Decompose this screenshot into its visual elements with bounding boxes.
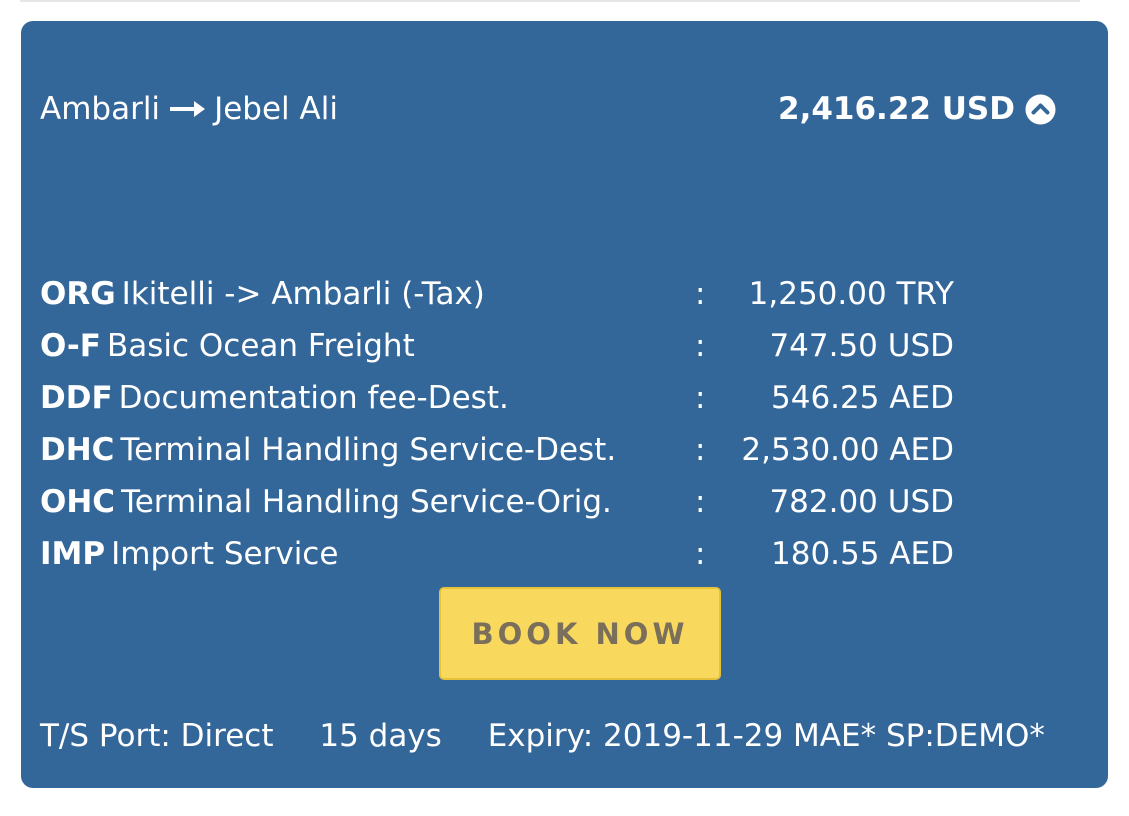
expiry-info: Expiry: 2019-11-29 MAE* SP:DEMO* <box>487 718 1045 754</box>
charge-row: ORG Ikitelli -> Ambarli (-Tax) : 1,250.00… <box>40 268 960 320</box>
charge-code: ORG <box>40 276 116 312</box>
charge-row: OHC Terminal Handling Service-Orig. : 782… <box>40 476 960 528</box>
total-price: 2,416.22 USD <box>778 89 1056 129</box>
book-now-button[interactable]: BOOK NOW <box>439 587 721 680</box>
charge-row: DDF Documentation fee-Dest. : 546.25 AED <box>40 372 960 424</box>
charge-separator: : <box>695 380 706 416</box>
ts-port-info: T/S Port: Direct <box>40 718 274 754</box>
charge-separator: : <box>695 276 706 312</box>
transit-time: 15 days <box>319 718 442 754</box>
charge-row: O-F Basic Ocean Freight : 747.50 USD <box>40 320 960 372</box>
charge-amount: 747.50 USD <box>769 328 954 364</box>
quote-card: Ambarli Jebel Ali 2,416.22 USD ORG Ikitel… <box>21 21 1108 788</box>
charge-separator: : <box>695 328 706 364</box>
charge-amount: 1,250.00 TRY <box>748 276 954 312</box>
charge-row: DHC Terminal Handling Service-Dest. : 2,5… <box>40 424 960 476</box>
chevron-up-circle-icon[interactable] <box>1025 94 1056 125</box>
charge-amount: 782.00 USD <box>769 484 954 520</box>
route-destination: Jebel Ali <box>214 91 338 127</box>
charge-code: DHC <box>40 432 115 468</box>
top-divider <box>20 0 1080 2</box>
charge-code: IMP <box>40 536 106 572</box>
charge-amount: 546.25 AED <box>771 380 954 416</box>
charge-code: DDF <box>40 380 113 416</box>
charge-description: Basic Ocean Freight <box>106 328 415 364</box>
charge-separator: : <box>695 484 706 520</box>
charge-description: Terminal Handling Service-Dest. <box>120 432 617 468</box>
charge-description: Documentation fee-Dest. <box>118 380 509 416</box>
charge-separator: : <box>695 536 706 572</box>
charge-description: Ikitelli -> Ambarli (-Tax) <box>121 276 485 312</box>
quote-footer: T/S Port: Direct 15 days Expiry: 2019-11… <box>40 716 1045 756</box>
right-arrow-icon <box>170 99 206 119</box>
charge-description: Terminal Handling Service-Orig. <box>121 484 612 520</box>
route-summary: Ambarli Jebel Ali <box>40 89 338 129</box>
charges-list: ORG Ikitelli -> Ambarli (-Tax) : 1,250.00… <box>40 268 960 580</box>
charge-code: O-F <box>40 328 101 364</box>
charge-row: IMP Import Service : 180.55 AED <box>40 528 960 580</box>
charge-description: Import Service <box>111 536 339 572</box>
charge-code: OHC <box>40 484 116 520</box>
charge-separator: : <box>695 432 706 468</box>
route-origin: Ambarli <box>40 91 161 127</box>
charge-amount: 2,530.00 AED <box>741 432 954 468</box>
total-amount: 2,416.22 USD <box>778 91 1015 127</box>
charge-amount: 180.55 AED <box>771 536 954 572</box>
